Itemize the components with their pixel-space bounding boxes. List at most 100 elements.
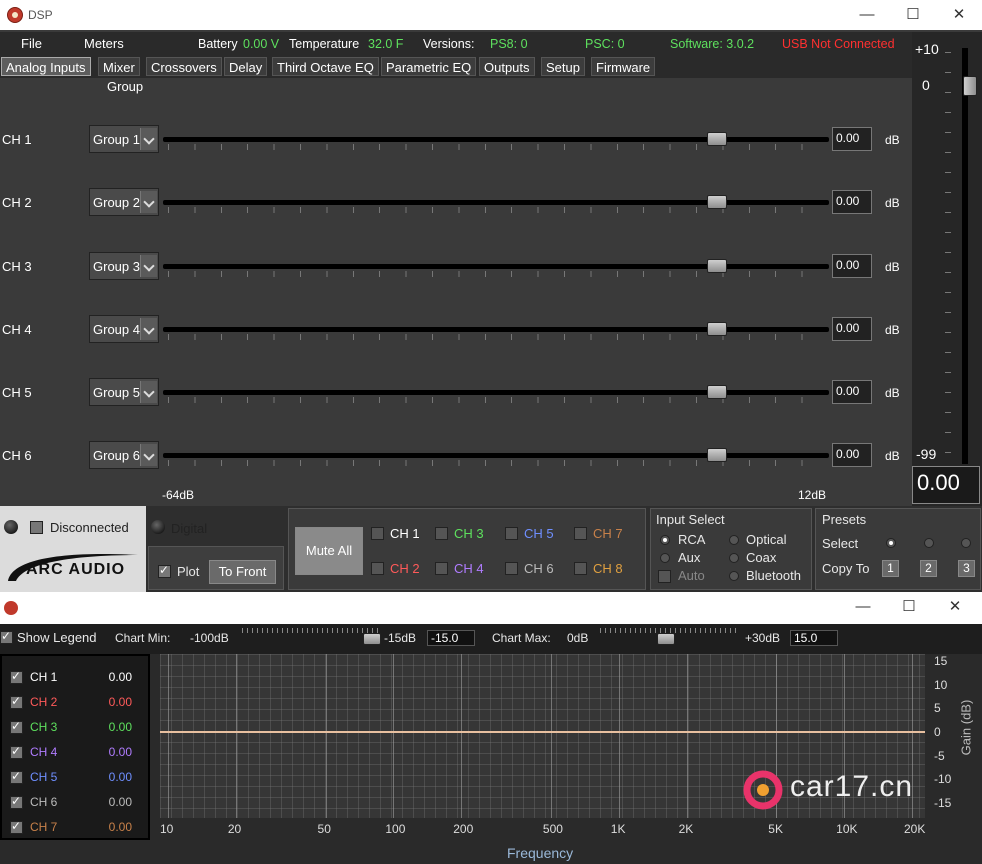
fader-track[interactable] — [163, 200, 829, 205]
group-select[interactable]: Group 6 — [89, 441, 159, 469]
legend-checkbox[interactable] — [10, 794, 23, 809]
master-track[interactable] — [962, 48, 968, 464]
optical-radio[interactable] — [729, 535, 739, 545]
aux-radio[interactable] — [660, 553, 670, 563]
gain-input[interactable]: 0.00 — [832, 317, 872, 341]
master-value[interactable]: 0.00 — [912, 466, 980, 504]
plot-checkbox[interactable] — [158, 563, 171, 578]
legend-item[interactable]: CH 1 0.00 — [8, 669, 136, 687]
tab-crossovers[interactable]: Crossovers — [146, 57, 222, 76]
legend-item[interactable]: CH 5 0.00 — [8, 769, 136, 787]
disconnected-checkbox[interactable] — [30, 521, 43, 534]
fader-thumb[interactable] — [706, 448, 727, 462]
aux-label: Aux — [678, 550, 701, 565]
mute-checkbox[interactable] — [435, 562, 448, 575]
chevron-down-icon[interactable] — [140, 128, 157, 150]
legend-checkbox[interactable] — [10, 769, 23, 784]
chevron-down-icon[interactable] — [140, 191, 157, 213]
preset-radio-2[interactable] — [924, 538, 934, 548]
db-unit-label: dB — [885, 196, 900, 210]
gain-input[interactable]: 0.00 — [832, 190, 872, 214]
gain-input[interactable]: 0.00 — [832, 127, 872, 151]
fader-track[interactable] — [163, 390, 829, 395]
group-select[interactable]: Group 1 — [89, 125, 159, 153]
mute-checkbox[interactable] — [574, 562, 587, 575]
mute-all-button[interactable]: Mute All — [295, 527, 363, 575]
tab-firmware[interactable]: Firmware — [591, 57, 656, 76]
mute-checkbox[interactable] — [574, 527, 587, 540]
chart-maximize-button[interactable]: ☐ — [886, 592, 932, 622]
chart-max-input[interactable]: 15.0 — [790, 630, 838, 646]
group-select[interactable]: Group 5 — [89, 378, 159, 406]
legend-checkbox[interactable] — [10, 694, 23, 709]
chart-minimize-button[interactable]: — — [840, 592, 886, 622]
fader-thumb[interactable] — [706, 259, 727, 273]
tab-mixer[interactable]: Mixer — [98, 57, 140, 76]
x-tick-label: 10K — [836, 822, 858, 836]
group-select[interactable]: Group 3 — [89, 252, 159, 280]
maximize-button[interactable]: ☐ — [890, 0, 936, 30]
legend-item[interactable]: CH 2 0.00 — [8, 694, 136, 712]
tab-parametric-eq[interactable]: Parametric EQ — [381, 57, 477, 76]
tab-setup[interactable]: Setup — [541, 57, 585, 76]
close-button[interactable]: ✕ — [936, 0, 982, 30]
menu-file[interactable]: File — [21, 36, 42, 51]
menu-meters[interactable]: Meters — [84, 36, 124, 51]
bluetooth-radio[interactable] — [729, 571, 739, 581]
fader-track[interactable] — [163, 327, 829, 332]
gain-input[interactable]: 0.00 — [832, 254, 872, 278]
group-select[interactable]: Group 2 — [89, 188, 159, 216]
chart-max-thumb[interactable] — [657, 633, 675, 645]
tab-delay[interactable]: Delay — [224, 57, 268, 76]
versions-label: Versions: — [423, 37, 475, 51]
chevron-down-icon[interactable] — [140, 381, 157, 403]
copy-to-3-button[interactable]: 3 — [958, 560, 975, 577]
gain-input[interactable]: 0.00 — [832, 443, 872, 467]
chart-min-thumb[interactable] — [363, 633, 381, 645]
tab-analog-inputs[interactable]: Analog Inputs — [1, 57, 91, 76]
mute-checkbox[interactable] — [371, 527, 384, 540]
fader-track[interactable] — [163, 453, 829, 458]
chevron-down-icon[interactable] — [140, 444, 157, 466]
fader-ticks — [168, 334, 828, 340]
legend-checkbox[interactable] — [10, 719, 23, 734]
chart-min-label: Chart Min: — [115, 631, 171, 645]
chart-close-button[interactable]: ✕ — [932, 592, 978, 622]
legend-checkbox[interactable] — [10, 819, 23, 834]
fader-thumb[interactable] — [706, 195, 727, 209]
legend-item[interactable]: CH 3 0.00 — [8, 719, 136, 737]
to-front-button[interactable]: To Front — [209, 560, 276, 584]
chevron-down-icon[interactable] — [140, 255, 157, 277]
mute-checkbox[interactable] — [505, 527, 518, 540]
master-thumb[interactable] — [963, 76, 977, 96]
copy-to-1-button[interactable]: 1 — [882, 560, 899, 577]
legend-item[interactable]: CH 6 0.00 — [8, 794, 136, 812]
fader-thumb[interactable] — [706, 132, 727, 146]
rca-radio[interactable] — [660, 535, 670, 545]
mute-channel-label: CH 5 — [524, 526, 554, 541]
fader-track[interactable] — [163, 137, 829, 142]
preset-radio-3[interactable] — [961, 538, 971, 548]
gain-input[interactable]: 0.00 — [832, 380, 872, 404]
mute-checkbox[interactable] — [435, 527, 448, 540]
fader-thumb[interactable] — [706, 322, 727, 336]
legend-checkbox[interactable] — [10, 744, 23, 759]
preset-radio-1[interactable] — [886, 538, 896, 548]
copy-to-2-button[interactable]: 2 — [920, 560, 937, 577]
legend-checkbox[interactable] — [10, 669, 23, 684]
legend-item[interactable]: CH 7 0.00 — [8, 819, 136, 837]
group-select[interactable]: Group 4 — [89, 315, 159, 343]
auto-checkbox[interactable] — [658, 570, 671, 583]
fader-track[interactable] — [163, 264, 829, 269]
minimize-button[interactable]: — — [844, 0, 890, 30]
legend-item[interactable]: CH 4 0.00 — [8, 744, 136, 762]
chart-min-input[interactable]: -15.0 — [427, 630, 475, 646]
tab-third-octave-eq[interactable]: Third Octave EQ — [272, 57, 379, 76]
mute-checkbox[interactable] — [505, 562, 518, 575]
fader-thumb[interactable] — [706, 385, 727, 399]
show-legend-checkbox[interactable] — [0, 629, 13, 644]
tab-outputs[interactable]: Outputs — [479, 57, 535, 76]
coax-radio[interactable] — [729, 553, 739, 563]
chevron-down-icon[interactable] — [140, 318, 157, 340]
mute-checkbox[interactable] — [371, 562, 384, 575]
